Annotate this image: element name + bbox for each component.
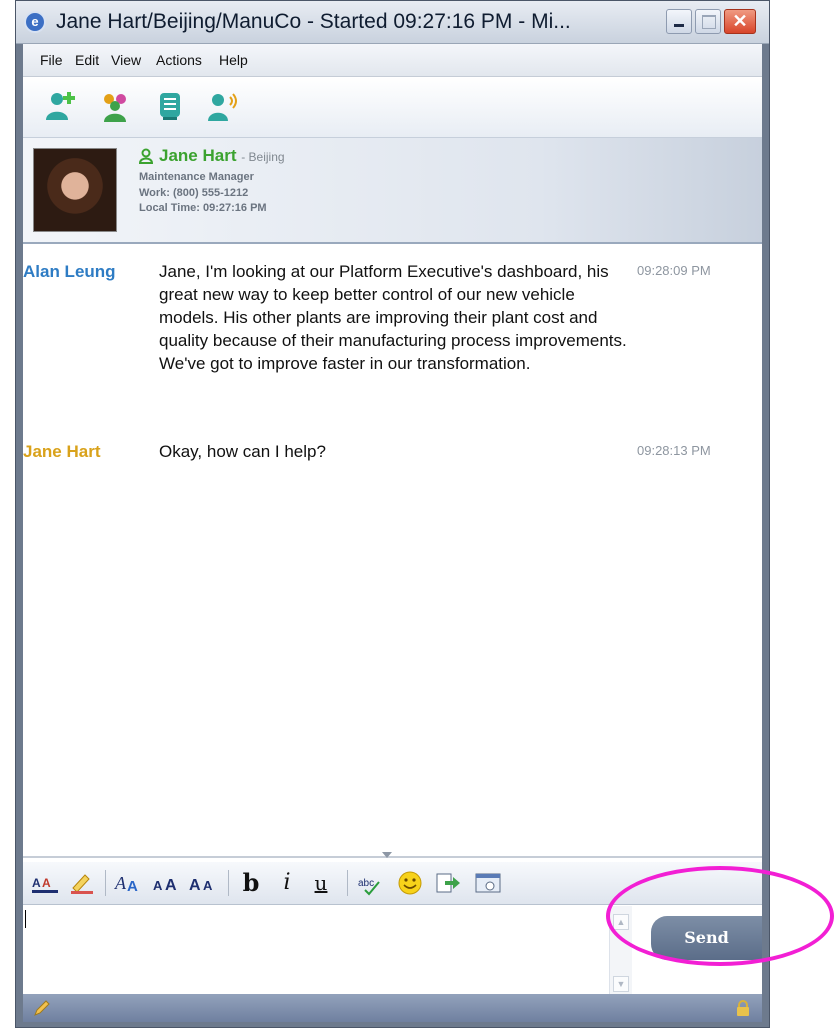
splitter[interactable]	[23, 856, 762, 858]
svg-text:A: A	[189, 877, 201, 894]
group-chat-icon[interactable]	[98, 89, 132, 123]
menu-help[interactable]: Help	[219, 52, 248, 68]
minimize-icon[interactable]	[666, 9, 692, 34]
chat-app-icon[interactable]: e	[24, 11, 46, 33]
screen-capture-icon[interactable]	[473, 870, 503, 896]
message-input[interactable]	[23, 906, 609, 998]
pencil-icon	[34, 1000, 50, 1016]
message-time: 09:28:13 PM	[637, 443, 711, 458]
font-icon[interactable]: A A	[113, 870, 143, 896]
contact-name[interactable]: Jane Hart	[159, 146, 236, 165]
svg-text:A: A	[127, 878, 138, 895]
contact-local-time: Local Time: 09:27:16 PM	[139, 202, 267, 214]
grow-font-icon[interactable]: A A	[151, 870, 183, 896]
menu-actions[interactable]: Actions	[156, 52, 202, 68]
meeting-icon[interactable]	[153, 89, 187, 123]
chat-transcript[interactable]: Alan Leung Jane, I'm looking at our Plat…	[23, 244, 762, 854]
svg-text:A: A	[32, 876, 41, 890]
send-highlight-annotation	[606, 866, 834, 966]
svg-text:A: A	[42, 876, 51, 890]
chat-client-area: File Edit View Actions Help Jane Hart - …	[23, 44, 762, 998]
emoticon-icon[interactable]	[395, 870, 425, 896]
status-bar	[23, 994, 762, 1022]
text-caret	[25, 910, 26, 928]
scroll-down-icon[interactable]: ▼	[613, 976, 629, 992]
toolbar-separator	[347, 870, 348, 896]
toolbar-separator	[105, 870, 106, 896]
highlight-icon[interactable]	[69, 870, 95, 896]
menu-bar: File Edit View Actions Help	[23, 44, 762, 77]
svg-text:A: A	[203, 878, 213, 893]
action-toolbar	[23, 77, 762, 138]
text-color-icon[interactable]: A A	[31, 870, 61, 896]
contact-header: Jane Hart - Beijing Maintenance Manager …	[23, 138, 762, 244]
contact-work-phone: Work: (800) 555-1212	[139, 187, 249, 199]
window-title: Jane Hart/Beijing/ManuCo - Started 09:27…	[56, 10, 571, 33]
svg-text:A: A	[165, 877, 177, 894]
message-sender: Alan Leung	[23, 262, 116, 281]
underline-icon[interactable]: u	[309, 870, 333, 896]
contact-status-icon	[139, 148, 153, 164]
svg-text:abc: abc	[358, 878, 374, 889]
toolbar-separator	[228, 870, 229, 896]
contact-photo	[33, 148, 117, 232]
title-bar[interactable]: e Jane Hart/Beijing/ManuCo - Started 09:…	[16, 1, 769, 44]
splitter-arrow-icon[interactable]	[382, 852, 392, 858]
send-file-icon[interactable]	[433, 870, 463, 896]
contact-name-line: Jane Hart - Beijing	[159, 146, 285, 166]
voice-call-icon[interactable]	[206, 89, 240, 123]
svg-text:A: A	[153, 878, 163, 893]
svg-text:A: A	[114, 873, 127, 893]
add-contact-icon[interactable]	[43, 89, 77, 123]
italic-icon[interactable]: i	[275, 870, 299, 896]
message-text: Okay, how can I help?	[159, 442, 326, 461]
menu-view[interactable]: View	[111, 52, 141, 68]
message-time: 09:28:09 PM	[637, 263, 711, 278]
message-sender: Jane Hart	[23, 442, 101, 461]
contact-location: - Beijing	[241, 150, 285, 164]
contact-title: Maintenance Manager	[139, 171, 254, 183]
close-icon[interactable]: ✕	[724, 9, 756, 34]
lock-icon	[737, 1000, 749, 1016]
menu-file[interactable]: File	[40, 52, 63, 68]
message-text: Jane, I'm looking at our Platform Execut…	[159, 262, 627, 373]
maximize-icon[interactable]	[695, 9, 721, 34]
bold-icon[interactable]: b	[239, 870, 263, 896]
menu-edit[interactable]: Edit	[75, 52, 99, 68]
spellcheck-icon[interactable]: abc	[357, 870, 387, 896]
shrink-font-icon[interactable]: A A	[187, 870, 219, 896]
